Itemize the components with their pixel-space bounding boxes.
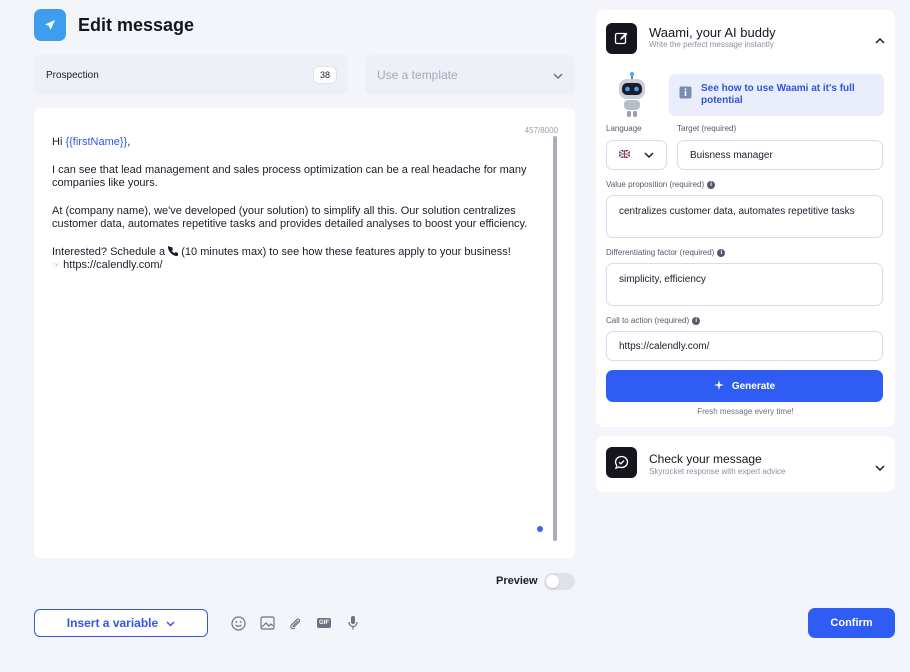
edit-icon xyxy=(606,23,637,54)
value-proposition-label-row: Value proposition (required) i xyxy=(606,180,716,189)
send-icon xyxy=(34,9,66,41)
check-message-panel[interactable]: Check your message Skyrocket response wi… xyxy=(596,436,895,492)
check-panel-subtitle: Skyrocket response with expert advice xyxy=(649,467,786,476)
call-to-action-input[interactable]: https://calendly.com/ xyxy=(606,331,883,361)
greeting-suffix: , xyxy=(127,136,131,148)
campaign-name: Prospection xyxy=(46,69,99,81)
greeting-line: Hi {{firstName}}, xyxy=(52,136,547,150)
greeting-prefix: Hi xyxy=(52,136,66,148)
first-name-variable[interactable]: {{firstName}} xyxy=(65,136,127,148)
value-proposition-input[interactable]: centralizes customer data, automates rep… xyxy=(606,195,883,238)
waami-help-text: See how to use Waami at it's full potent… xyxy=(701,83,855,106)
paragraph-2: At (company name), we've developed (your… xyxy=(52,204,528,231)
robot-mascot-icon xyxy=(614,72,650,118)
image-icon[interactable] xyxy=(259,615,275,631)
value-proposition-label: Value proposition (required) xyxy=(606,180,705,189)
character-count: 457/8000 xyxy=(524,126,558,135)
check-panel-title: Check your message xyxy=(649,452,762,466)
paragraph-3: Interested? Schedule a (10 minutes max) … xyxy=(52,245,547,273)
chevron-down-icon xyxy=(644,150,654,161)
message-body[interactable]: Hi {{firstName}}, I can see that lead ma… xyxy=(52,136,547,273)
chevron-down-icon[interactable] xyxy=(875,458,885,476)
campaign-count-badge: 38 xyxy=(313,67,336,83)
campaign-field[interactable]: Prospection 38 xyxy=(34,55,348,95)
target-input[interactable]: Buisness manager xyxy=(677,140,883,170)
paragraph-1: I can see that lead management and sales… xyxy=(52,163,527,190)
page-title: Edit message xyxy=(78,15,195,35)
preview-label: Preview xyxy=(496,575,538,587)
gif-icon[interactable]: GIF xyxy=(316,615,332,631)
gif-text: GIF xyxy=(317,618,331,628)
sparkle-icon xyxy=(713,379,724,393)
generate-button[interactable]: Generate xyxy=(606,370,883,402)
template-select[interactable]: Use a template xyxy=(365,55,575,95)
editor-status-dot xyxy=(537,526,543,532)
flag-icon xyxy=(618,148,631,161)
info-book-icon xyxy=(679,86,692,104)
emoji-icon[interactable] xyxy=(230,615,246,631)
ai-panel-subtitle: Write the perfect message instantly xyxy=(649,40,774,49)
editor-scrollbar[interactable] xyxy=(553,136,557,541)
paragraph-3-prefix: Interested? Schedule a xyxy=(52,245,169,258)
insert-variable-button[interactable]: Insert a variable xyxy=(34,609,208,637)
generate-note: Fresh message every time! xyxy=(697,407,794,416)
info-icon[interactable]: i xyxy=(692,316,701,325)
preview-toggle[interactable] xyxy=(544,573,575,590)
target-label: Target (required) xyxy=(677,124,737,133)
ai-buddy-panel: Waami, your AI buddy Write the perfect m… xyxy=(596,10,895,427)
paragraph-3-suffix: (10 minutes max) to see how these featur… xyxy=(178,245,511,258)
microphone-icon[interactable] xyxy=(345,615,361,631)
calendly-link[interactable]: https://calendly.com/ xyxy=(63,259,162,271)
attachment-icon[interactable] xyxy=(287,615,303,631)
language-label: Language xyxy=(606,124,642,133)
call-to-action-label-row: Call to action (required) i xyxy=(606,316,701,325)
chevron-down-icon xyxy=(166,616,175,630)
pointing-hand-icon: ☞ xyxy=(52,260,61,270)
chevron-down-icon xyxy=(553,68,563,82)
differentiating-factor-label-row: Differentiating factor (required) i xyxy=(606,248,726,257)
info-icon[interactable]: i xyxy=(707,180,716,189)
message-editor[interactable]: 457/8000 Hi {{firstName}}, I can see tha… xyxy=(34,108,575,558)
phone-icon xyxy=(168,245,179,258)
insert-variable-label: Insert a variable xyxy=(66,616,159,630)
waami-help-link[interactable]: See how to use Waami at it's full potent… xyxy=(669,74,884,116)
language-select[interactable] xyxy=(606,140,667,170)
ai-panel-title: Waami, your AI buddy xyxy=(649,25,776,40)
chevron-up-icon[interactable] xyxy=(875,31,885,49)
info-icon[interactable]: i xyxy=(717,248,726,257)
differentiating-factor-input[interactable]: simplicity, efficiency xyxy=(606,263,883,306)
chat-check-icon xyxy=(606,447,637,478)
differentiating-factor-label: Differentiating factor (required) xyxy=(606,248,715,257)
call-to-action-label: Call to action (required) xyxy=(606,316,690,325)
generate-label: Generate xyxy=(731,380,776,392)
template-select-placeholder: Use a template xyxy=(377,68,458,82)
confirm-button[interactable]: Confirm xyxy=(808,608,895,638)
